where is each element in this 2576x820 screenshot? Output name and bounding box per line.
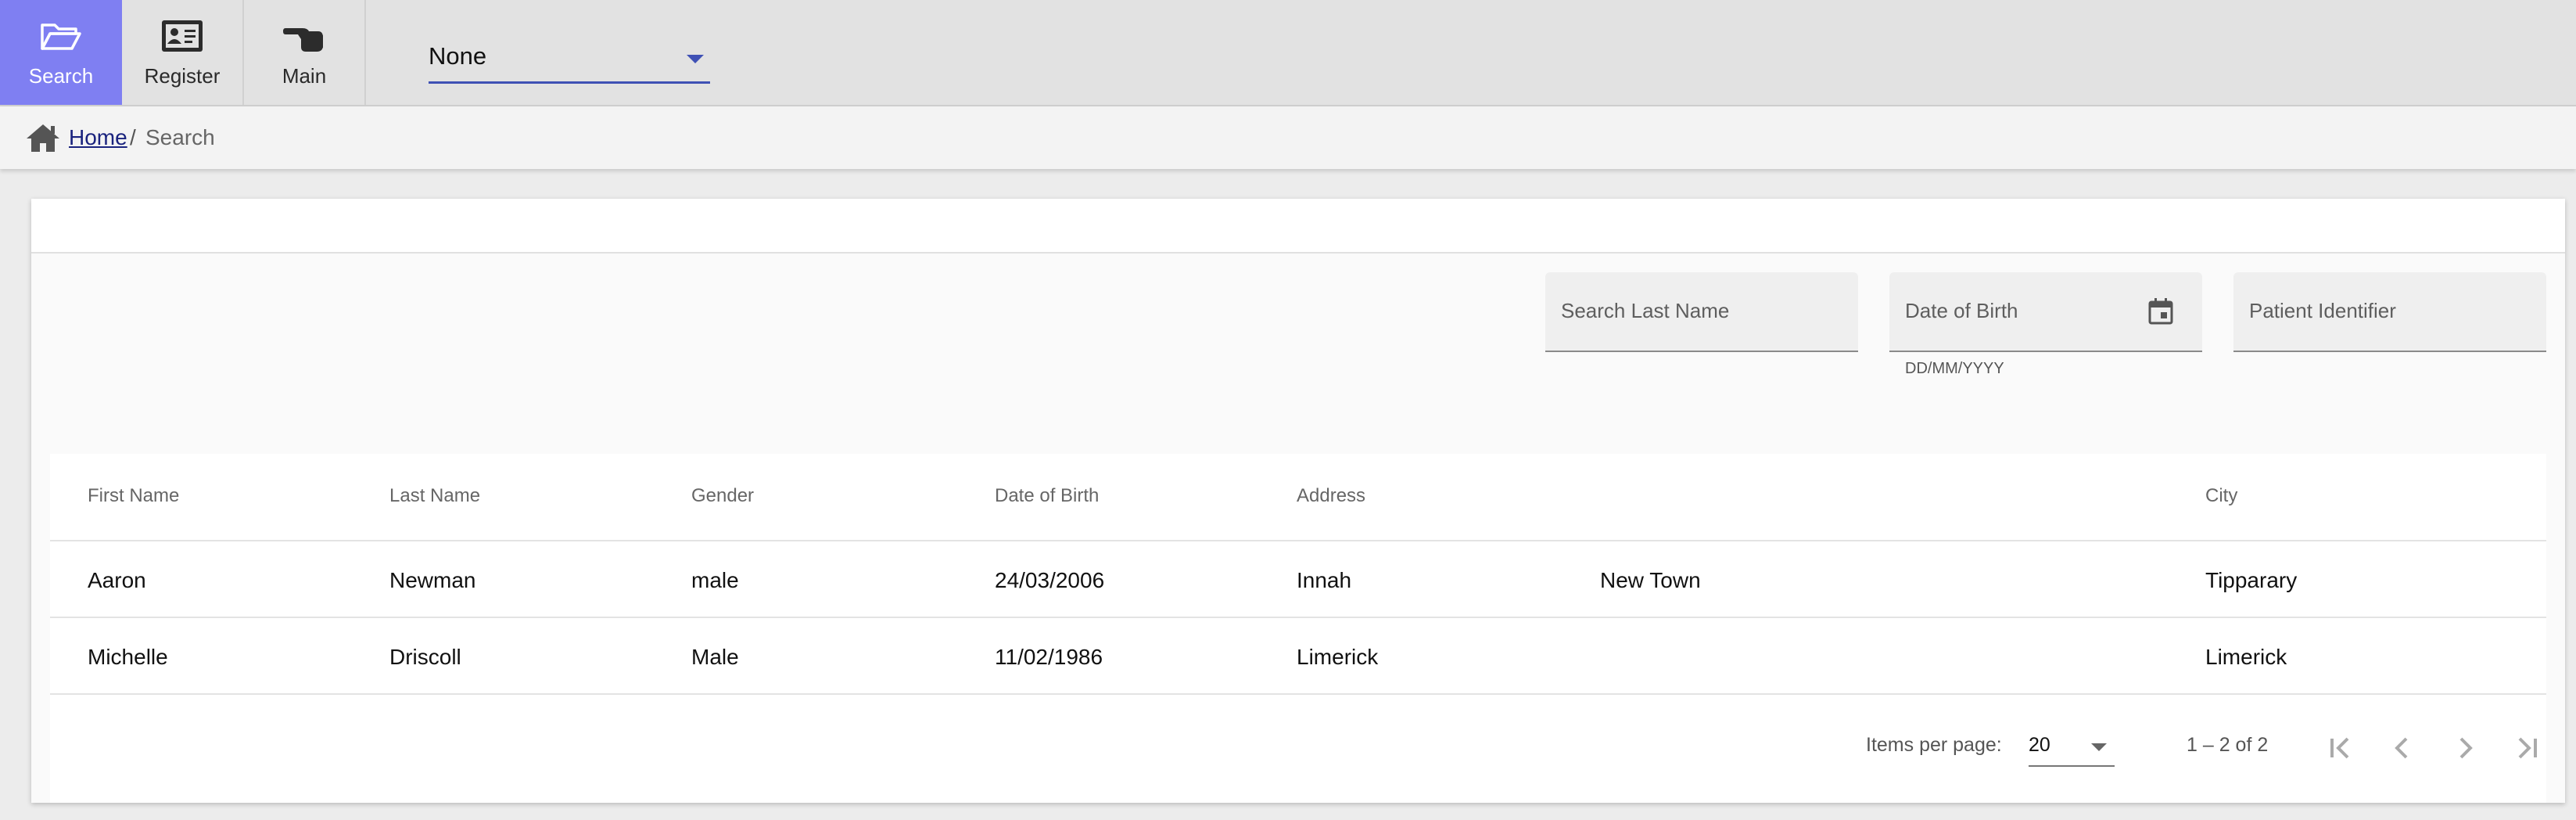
last-name-search-input[interactable]: Search Last Name <box>1545 272 1858 352</box>
cell-date-of-birth: 11/02/1986 <box>995 645 1103 669</box>
column-header-last-name[interactable]: Last Name <box>389 485 480 507</box>
next-page-icon[interactable] <box>2443 726 2487 770</box>
register-nav-button[interactable]: Register <box>122 0 244 105</box>
cell-city: Limerick <box>2205 645 2287 669</box>
cell-city: Tipparary <box>2205 568 2298 592</box>
page-size-select[interactable]: 20 <box>2029 729 2115 767</box>
column-header-first-name[interactable]: First Name <box>88 485 179 507</box>
last-name-placeholder: Search Last Name <box>1561 299 1730 322</box>
search-nav-button[interactable]: Search <box>0 0 122 105</box>
patient-table: First Name Last Name Gender Date of Birt… <box>50 454 2546 803</box>
items-per-page-label: Items per page: <box>1866 734 2002 756</box>
top-toolbar: Search Register Main None <box>0 0 2576 106</box>
breadcrumb-separator: / <box>130 125 136 149</box>
column-header-address[interactable]: Address <box>1297 485 1365 507</box>
patient-identifier-placeholder: Patient Identifier <box>2249 299 2396 322</box>
cell-address-line-1: Innah <box>1297 568 1352 592</box>
table-row[interactable]: Aaron Newman male 24/03/2006 Innah New T… <box>50 541 2546 618</box>
date-of-birth-input[interactable]: Date of Birth <box>1889 272 2202 352</box>
card-header <box>31 199 2565 254</box>
id-card-icon <box>162 20 203 52</box>
breadcrumb-home-link[interactable]: Home <box>69 125 127 150</box>
context-select[interactable]: None <box>429 38 710 84</box>
folder-open-icon <box>41 23 81 50</box>
cell-last-name: Newman <box>389 568 476 592</box>
date-of-birth-hint: DD/MM/YYYY <box>1905 360 2004 377</box>
context-select-value: None <box>429 42 487 70</box>
page-size-value: 20 <box>2029 734 2050 756</box>
table-row[interactable]: Michelle Driscoll Male 11/02/1986 Limeri… <box>50 618 2546 695</box>
search-card: Search Last Name Date of Birth DD/MM/YYY… <box>31 199 2565 803</box>
column-header-city[interactable]: City <box>2205 485 2237 507</box>
main-nav-label: Main <box>282 63 327 88</box>
date-of-birth-placeholder: Date of Birth <box>1905 299 2018 322</box>
search-nav-label: Search <box>28 63 94 88</box>
patient-identifier-input[interactable]: Patient Identifier <box>2233 272 2546 352</box>
column-header-date-of-birth[interactable]: Date of Birth <box>995 485 1099 507</box>
cell-last-name: Driscoll <box>389 645 461 669</box>
cell-gender: male <box>691 568 739 592</box>
cell-gender: Male <box>691 645 739 669</box>
last-page-icon[interactable] <box>2506 726 2549 770</box>
calendar-icon[interactable] <box>2147 297 2174 325</box>
register-nav-label: Register <box>144 63 221 88</box>
chevron-down-icon <box>2091 743 2107 751</box>
first-page-icon[interactable] <box>2318 726 2362 770</box>
pointing-hand-icon <box>283 27 323 52</box>
breadcrumb: Home / Search <box>0 106 2576 169</box>
page-range-label: 1 – 2 of 2 <box>2187 734 2269 756</box>
table-header-row: First Name Last Name Gender Date of Birt… <box>50 454 2546 541</box>
main-nav-button[interactable]: Main <box>244 0 366 105</box>
cell-address-line-1: Limerick <box>1297 645 1379 669</box>
breadcrumb-current: Search <box>145 125 215 149</box>
chevron-down-icon <box>687 55 704 63</box>
cell-first-name: Aaron <box>88 568 146 592</box>
column-header-gender[interactable]: Gender <box>691 485 754 507</box>
cell-first-name: Michelle <box>88 645 168 669</box>
previous-page-icon[interactable] <box>2380 726 2424 770</box>
cell-date-of-birth: 24/03/2006 <box>995 568 1105 592</box>
cell-address-line-2: New Town <box>1600 568 1701 592</box>
paginator: Items per page: 20 1 – 2 of 2 <box>50 695 2546 803</box>
home-icon[interactable] <box>25 122 61 153</box>
